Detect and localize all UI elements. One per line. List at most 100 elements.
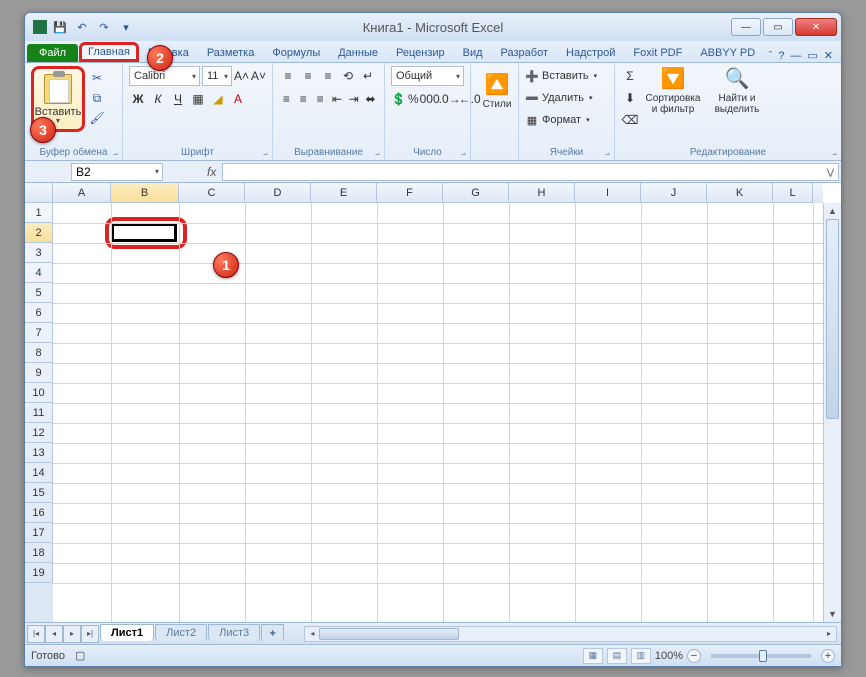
row-header[interactable]: 16 (25, 503, 53, 523)
sheet-nav-last-icon[interactable]: ▸| (81, 625, 99, 643)
zoom-thumb[interactable] (759, 650, 767, 662)
zoom-value[interactable]: 100% (655, 650, 683, 662)
align-top-icon[interactable]: ≡ (279, 66, 297, 86)
bold-button[interactable]: Ж (129, 89, 147, 109)
name-box[interactable]: B2 (71, 163, 163, 181)
tab-foxit[interactable]: Foxit PDF (624, 43, 691, 62)
wrap-text-icon[interactable]: ↵ (359, 66, 377, 86)
vscroll-thumb[interactable] (826, 219, 839, 419)
formula-input[interactable] (222, 163, 823, 181)
border-button[interactable]: ▦ (189, 89, 207, 109)
tab-formulas[interactable]: Формулы (263, 43, 329, 62)
font-color-button[interactable]: A (229, 89, 247, 109)
cells-format[interactable]: ▦Формат▾ (525, 110, 608, 130)
find-select-button[interactable]: 🔍 Найти и выделить (707, 66, 767, 130)
row-header[interactable]: 9 (25, 363, 53, 383)
view-normal-icon[interactable]: ▦ (583, 648, 603, 664)
merge-icon[interactable]: ⬌ (363, 89, 378, 109)
zoom-in-icon[interactable]: + (821, 649, 835, 663)
row-header[interactable]: 15 (25, 483, 53, 503)
column-header[interactable]: C (179, 183, 245, 203)
grow-font-icon[interactable]: A˄ (234, 66, 249, 86)
styles-button[interactable]: 🔼 Стили (477, 66, 517, 110)
macro-record-icon[interactable]: ▢ (75, 649, 85, 662)
sheet-nav-next-icon[interactable]: ▸ (63, 625, 81, 643)
new-sheet-icon[interactable]: ✦ (261, 624, 284, 642)
view-pagebreak-icon[interactable]: ▥ (631, 648, 651, 664)
column-header[interactable]: J (641, 183, 707, 203)
cut-icon[interactable]: ✂ (89, 70, 105, 86)
tab-home[interactable]: Главная (79, 42, 139, 62)
row-header[interactable]: 19 (25, 563, 53, 583)
redo-icon[interactable]: ↷ (95, 18, 113, 36)
align-bottom-icon[interactable]: ≡ (319, 66, 337, 86)
sort-filter-button[interactable]: 🔽 Сортировка и фильтр (643, 66, 703, 130)
sheet-nav-prev-icon[interactable]: ◂ (45, 625, 63, 643)
row-header[interactable]: 5 (25, 283, 53, 303)
align-center-icon[interactable]: ≡ (296, 89, 311, 109)
file-tab[interactable]: Файл (27, 44, 78, 62)
doc-restore-icon[interactable]: ▭ (807, 49, 817, 62)
tab-layout[interactable]: Разметка (198, 43, 264, 62)
shrink-font-icon[interactable]: A˅ (251, 66, 266, 86)
column-header[interactable]: H (509, 183, 575, 203)
indent-dec-icon[interactable]: ⇤ (329, 89, 344, 109)
scroll-down-icon[interactable]: ▼ (824, 606, 841, 622)
minimize-button[interactable]: — (731, 18, 761, 36)
comma-icon[interactable]: 000 (421, 89, 439, 109)
column-header[interactable]: A (53, 183, 111, 203)
cells-area[interactable] (53, 203, 823, 622)
copy-icon[interactable]: ⧉ (89, 90, 105, 106)
view-layout-icon[interactable]: ▤ (607, 648, 627, 664)
align-left-icon[interactable]: ≡ (279, 89, 294, 109)
indent-inc-icon[interactable]: ⇥ (346, 89, 361, 109)
orientation-icon[interactable]: ⟲ (339, 66, 357, 86)
inc-decimal-icon[interactable]: .0→ (441, 89, 459, 109)
row-header[interactable]: 14 (25, 463, 53, 483)
align-middle-icon[interactable]: ≡ (299, 66, 317, 86)
fx-icon[interactable]: fx (207, 165, 216, 179)
horizontal-scrollbar[interactable]: ◂ ▸ (304, 626, 837, 642)
expand-formula-icon[interactable]: ⋁ (823, 163, 839, 181)
select-all-corner[interactable] (25, 183, 53, 203)
row-header[interactable]: 11 (25, 403, 53, 423)
row-header[interactable]: 6 (25, 303, 53, 323)
qat-more-icon[interactable]: ▾ (117, 18, 135, 36)
tab-view[interactable]: Вид (454, 43, 492, 62)
fill-icon[interactable]: ⬇ (621, 88, 639, 108)
column-header[interactable]: I (575, 183, 641, 203)
row-header[interactable]: 17 (25, 523, 53, 543)
row-header[interactable]: 8 (25, 343, 53, 363)
tab-data[interactable]: Данные (329, 43, 387, 62)
zoom-out-icon[interactable]: − (687, 649, 701, 663)
clear-icon[interactable]: ⌫ (621, 110, 639, 130)
column-header[interactable]: K (707, 183, 773, 203)
maximize-button[interactable]: ▭ (763, 18, 793, 36)
sheet-tab-1[interactable]: Лист1 (100, 624, 154, 641)
scroll-up-icon[interactable]: ▲ (824, 203, 841, 219)
row-header[interactable]: 12 (25, 423, 53, 443)
column-header[interactable]: E (311, 183, 377, 203)
doc-close-icon[interactable]: ✕ (824, 49, 833, 62)
align-right-icon[interactable]: ≡ (313, 89, 328, 109)
row-header[interactable]: 13 (25, 443, 53, 463)
percent-icon[interactable]: % (408, 89, 419, 109)
vertical-scrollbar[interactable]: ▲ ▼ (823, 203, 841, 622)
row-header[interactable]: 3 (25, 243, 53, 263)
cells-insert[interactable]: ➕Вставить▾ (525, 66, 608, 86)
tab-review[interactable]: Рецензир (387, 43, 454, 62)
number-format-combo[interactable]: Общий (391, 66, 464, 86)
sheet-tab-3[interactable]: Лист3 (208, 624, 260, 641)
active-cell[interactable] (111, 223, 177, 242)
help-icon[interactable]: ? (778, 50, 784, 62)
row-header[interactable]: 10 (25, 383, 53, 403)
format-painter-icon[interactable]: 🖌 (89, 110, 105, 126)
hscroll-thumb[interactable] (319, 628, 459, 640)
close-button[interactable]: ✕ (795, 18, 837, 36)
tab-developer[interactable]: Разработ (492, 43, 557, 62)
undo-icon[interactable]: ↶ (73, 18, 91, 36)
scroll-left-icon[interactable]: ◂ (305, 627, 319, 641)
sheet-tab-2[interactable]: Лист2 (155, 624, 207, 641)
row-header[interactable]: 18 (25, 543, 53, 563)
tab-addins[interactable]: Надстрой (557, 43, 624, 62)
